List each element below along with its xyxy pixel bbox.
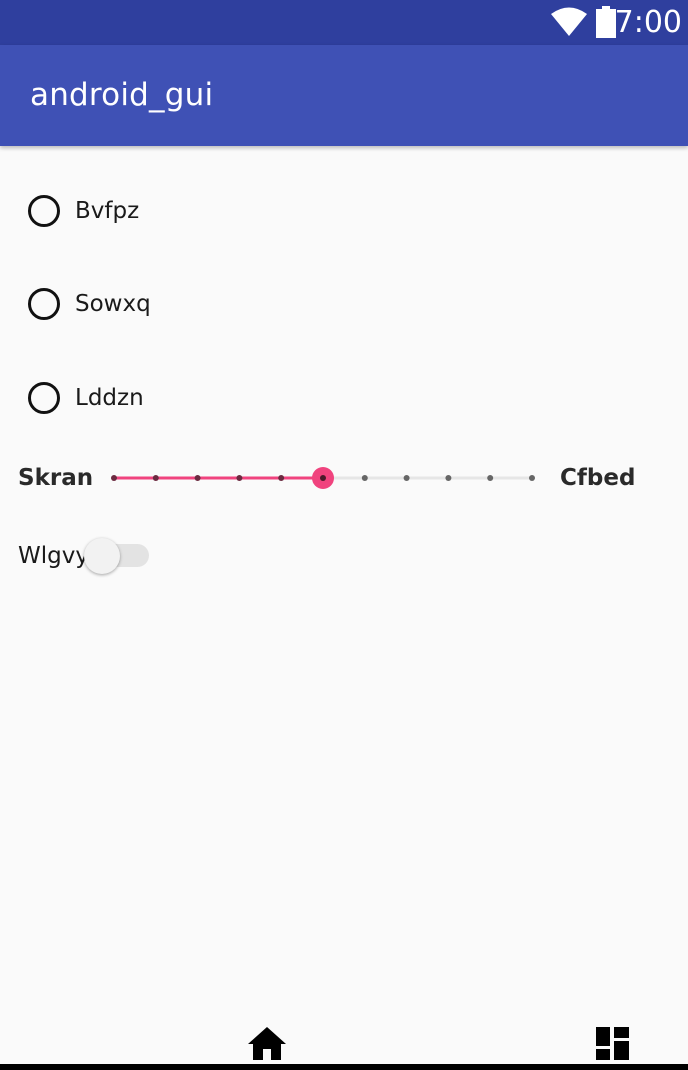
radio-button[interactable] [28,195,60,227]
switch-label: Wlgvy [18,543,89,569]
slider-max-label: Cfbed [560,465,636,491]
radio-option-bvfpz[interactable]: Bvfpz [28,191,139,231]
app-title: android_gui [30,77,214,113]
slider-tick [403,475,410,481]
navigation-bar-edge [0,1064,688,1070]
slider-tick [111,475,117,481]
slider-tick [152,475,159,481]
radio-button[interactable] [28,382,60,414]
slider-min-label: Skran [18,465,94,491]
radio-button[interactable] [28,288,60,320]
radio-option-sowxq[interactable]: Sowxq [28,284,151,324]
slider-tick [194,475,201,481]
radio-option-lddzn[interactable]: Lddzn [28,378,144,418]
slider-tick [278,475,285,481]
slider-tick [529,475,535,481]
radio-label: Sowxq [75,291,151,317]
battery-icon [596,6,616,38]
switch-thumb[interactable] [84,538,120,574]
slider-thumb-tick [320,475,326,481]
status-bar: 7:00 [0,0,688,45]
dashboard-icon[interactable] [596,1027,629,1060]
radio-label: Bvfpz [75,198,140,224]
slider-tick [236,475,243,481]
wifi-icon [551,7,587,36]
app-bar: android_gui [0,45,688,146]
status-time: 7:00 [614,5,682,40]
slider-tick [445,475,452,481]
home-icon[interactable] [248,1027,286,1060]
slider-tick [487,475,494,481]
radio-label: Lddzn [75,385,144,411]
discrete-slider[interactable] [100,458,546,498]
slider-tick [361,475,368,481]
